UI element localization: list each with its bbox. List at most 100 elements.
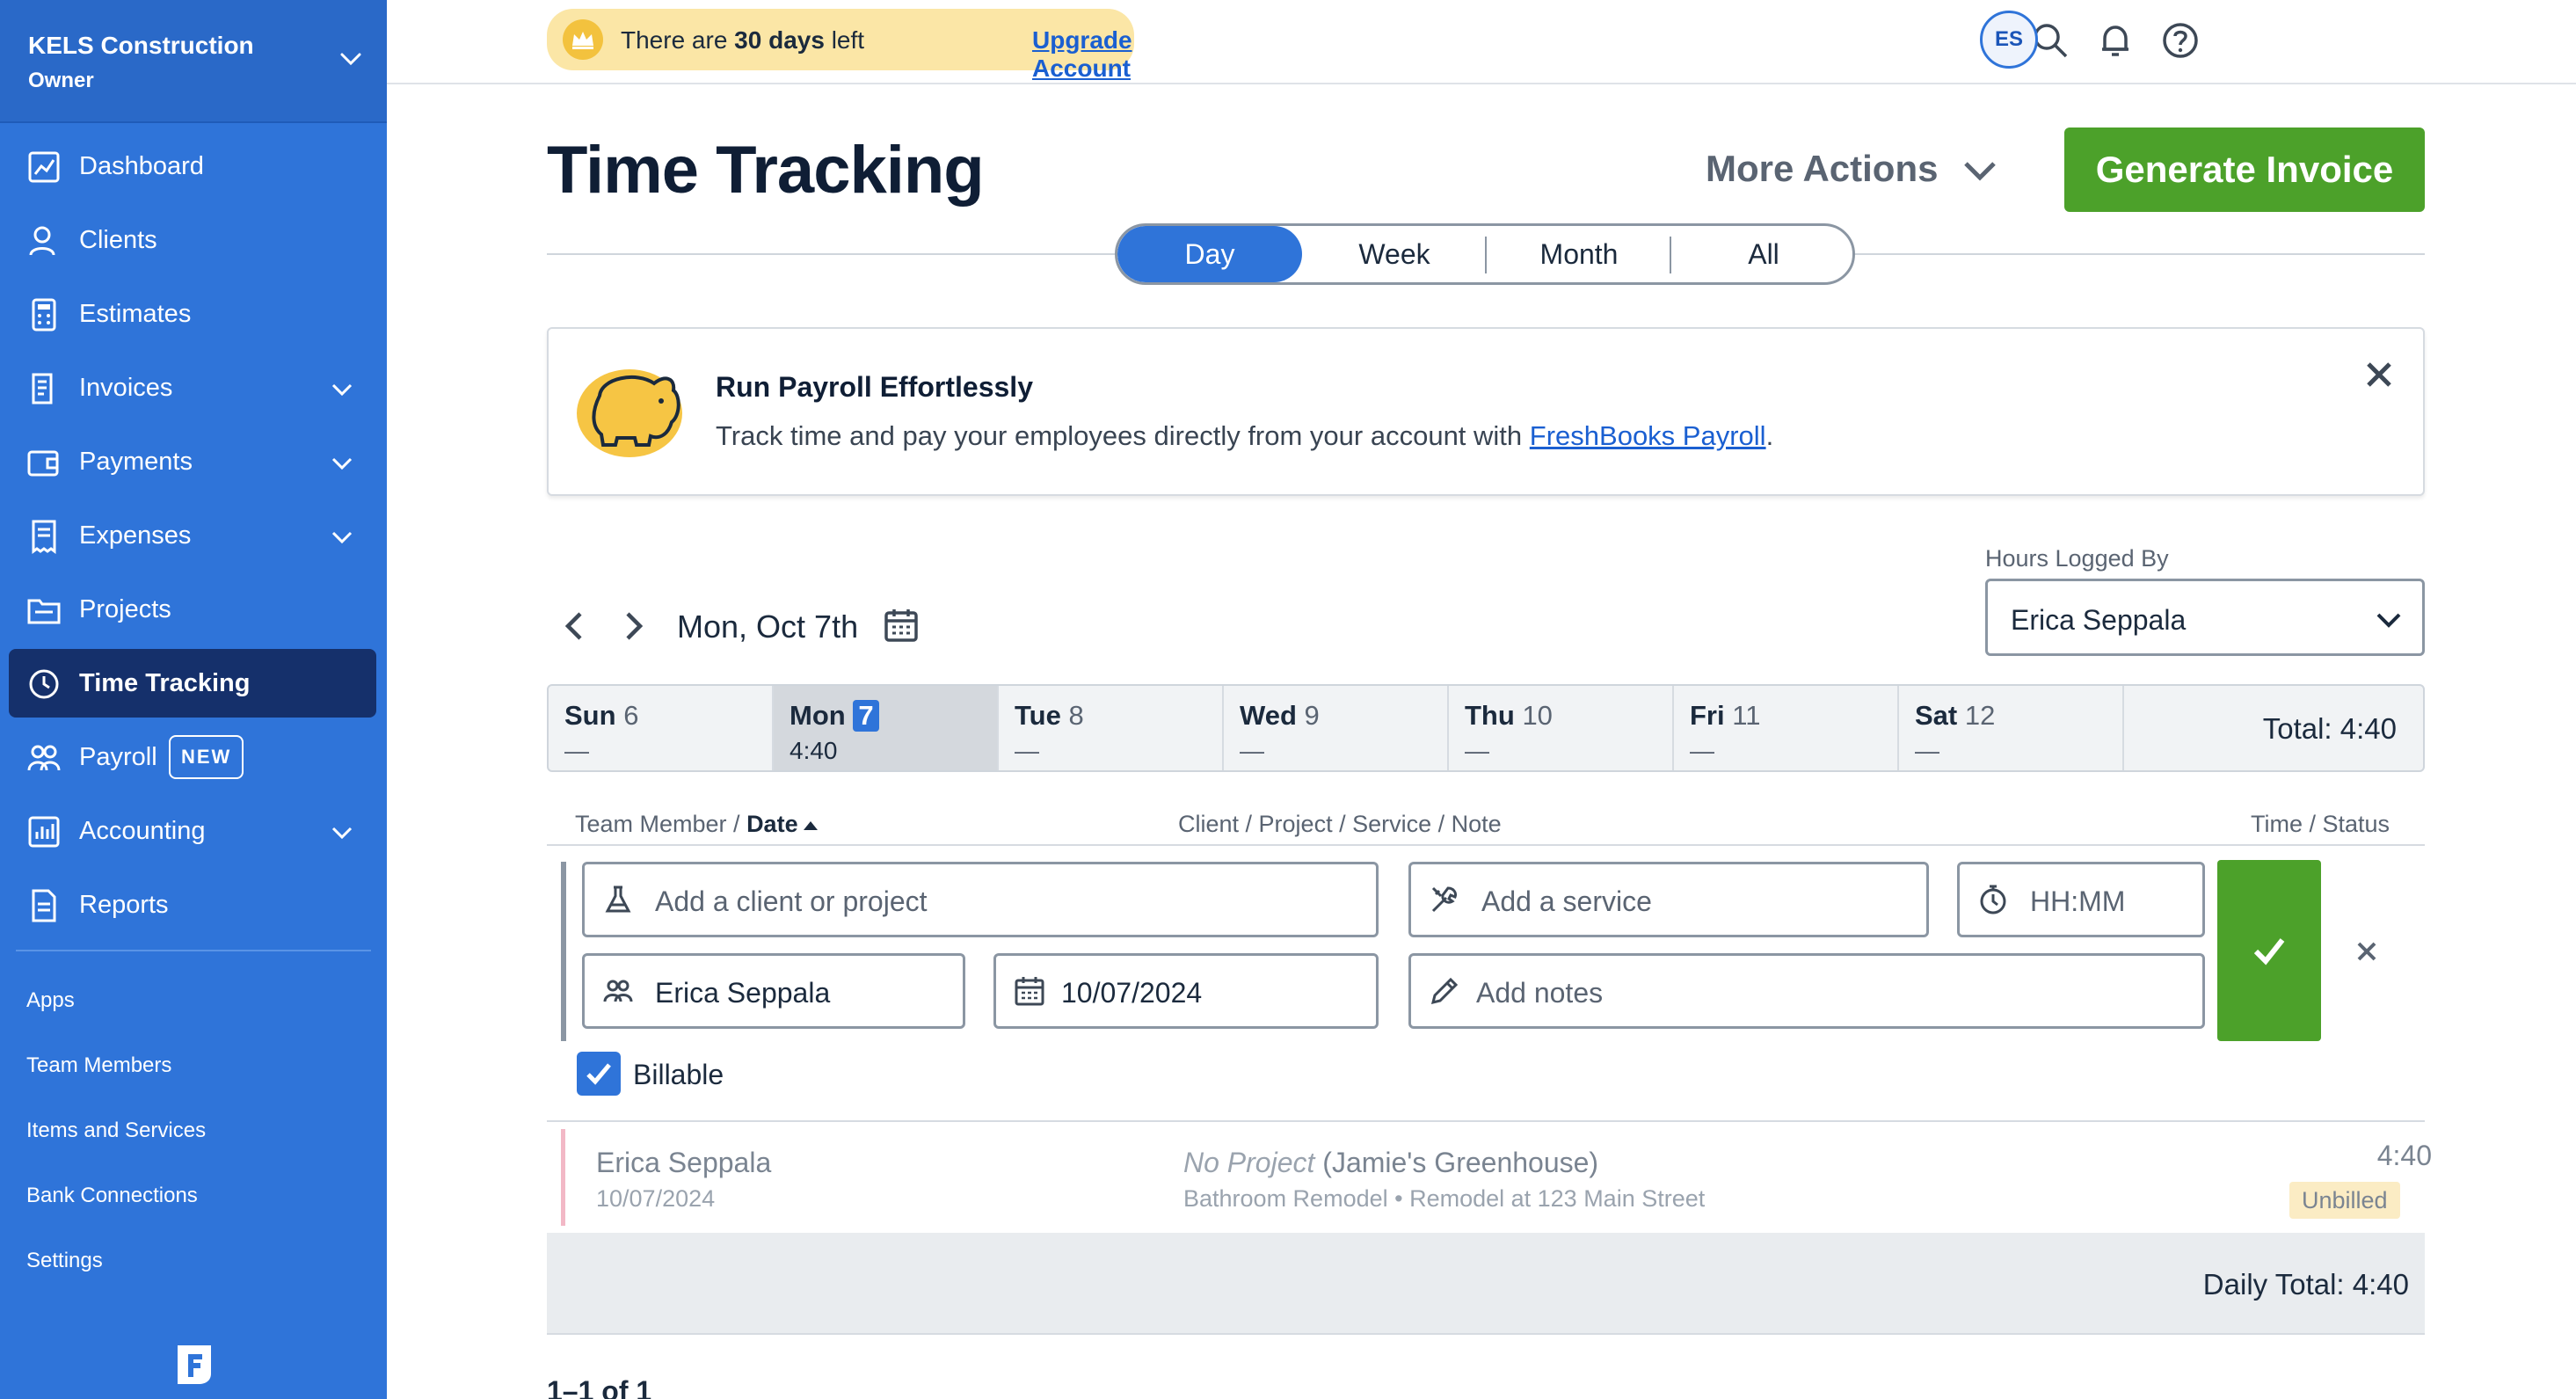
chevron-left-icon[interactable] (559, 608, 589, 644)
time-input[interactable]: HH:MM (1957, 862, 2205, 937)
close-icon[interactable] (2353, 937, 2381, 965)
chevron-down-icon[interactable] (338, 46, 364, 72)
company-switcher[interactable]: KELS Construction Owner (0, 0, 387, 123)
day-cell-thu[interactable]: Thu 10 — (1449, 686, 1672, 770)
sidebar-item-clients[interactable]: Clients (9, 206, 376, 274)
entry-date: 10/07/2024 (596, 1185, 716, 1212)
trial-banner: There are 30 days left Upgrade Account (547, 9, 1134, 82)
calendar-icon (1015, 977, 1044, 1006)
status-badge: Unbilled (2289, 1182, 2400, 1219)
chevron-down-icon[interactable] (329, 820, 355, 846)
promo-title: Run Payroll Effortlessly (716, 371, 1033, 403)
sidebar-item-expenses[interactable]: Expenses (9, 501, 376, 570)
sidebar-item-payments[interactable]: Payments (9, 427, 376, 496)
sidebar-item-items-and-services[interactable]: Items and Services (26, 1118, 206, 1143)
team-member-input[interactable]: Erica Seppala (582, 953, 965, 1029)
entry-time: 4:40 (2376, 1140, 2432, 1171)
user-avatar[interactable]: ES (1980, 11, 2038, 69)
sidebar-item-invoices[interactable]: Invoices (9, 353, 376, 422)
chevron-down-icon[interactable] (329, 450, 355, 477)
date-input[interactable]: 10/07/2024 (993, 953, 1379, 1029)
team-icon (603, 980, 633, 1002)
calendar-icon[interactable] (883, 607, 920, 644)
client-project-input[interactable]: Add a client or project (582, 862, 1379, 937)
entry-member: Erica Seppala (596, 1147, 772, 1178)
period-all[interactable]: All (1671, 226, 1852, 282)
day-cell-sun[interactable]: Sun 6 — (549, 686, 772, 770)
service-input[interactable]: Add a service (1408, 862, 1929, 937)
more-actions-button[interactable]: More Actions (1706, 148, 1938, 190)
flask-icon (605, 885, 631, 913)
column-client-project: Client / Project / Service / Note (1178, 811, 1502, 837)
chevron-right-icon[interactable] (619, 608, 649, 644)
chart-icon (28, 151, 60, 183)
header-divider (547, 844, 2425, 846)
day-cell-wed[interactable]: Wed 9 — (1224, 686, 1447, 770)
save-entry-button[interactable] (2217, 860, 2321, 1041)
new-badge: NEW (169, 735, 244, 779)
invoice-icon (32, 373, 53, 404)
chevron-down-icon (2376, 613, 2401, 628)
trial-text: There are 30 days left (621, 26, 865, 54)
freshbooks-payroll-link[interactable]: FreshBooks Payroll (1530, 420, 1766, 451)
hours-logged-by-value: Erica Seppala (2011, 604, 2187, 636)
sidebar-divider (16, 950, 371, 951)
sidebar-item-accounting[interactable]: Accounting (9, 797, 376, 865)
sidebar-item-label: Expenses (79, 521, 192, 550)
sidebar-item-estimates[interactable]: Estimates (9, 280, 376, 348)
close-icon[interactable] (2360, 355, 2398, 394)
hours-logged-by-select[interactable]: Erica Seppala (1985, 579, 2425, 656)
day-cell-mon[interactable]: Mon 7 4:40 (774, 686, 997, 770)
page-title: Time Tracking (547, 133, 985, 208)
week-strip: Sun 6 — Mon 7 4:40 Tue 8 — Wed 9 — Thu 1… (547, 684, 2425, 772)
bar-chart-icon (28, 816, 60, 848)
help-icon[interactable] (2161, 21, 2200, 60)
sidebar-item-reports[interactable]: Reports (9, 871, 376, 939)
entry-row-indicator (561, 1129, 565, 1226)
sidebar-item-label: Clients (79, 225, 157, 254)
day-cell-tue[interactable]: Tue 8 — (999, 686, 1222, 770)
day-cell-sat[interactable]: Sat 12 — (1899, 686, 2122, 770)
sidebar-item-settings[interactable]: Settings (26, 1249, 103, 1273)
period-toggle: Day Week Month All (1115, 223, 1855, 285)
sidebar-item-bank-connections[interactable]: Bank Connections (26, 1184, 198, 1208)
calculator-icon (32, 298, 56, 332)
sidebar-item-team-members[interactable]: Team Members (26, 1053, 171, 1078)
upgrade-account-link[interactable]: Upgrade Account (1032, 26, 1134, 83)
notes-textarea[interactable]: Add notes (1408, 953, 2205, 1029)
day-cell-fri[interactable]: Fri 11 — (1674, 686, 1897, 770)
sidebar-item-time-tracking[interactable]: Time Tracking (9, 649, 376, 718)
entries-divider (547, 1120, 2425, 1122)
column-team-member-date[interactable]: Team Member / Date (575, 811, 818, 838)
folder-icon (27, 599, 61, 624)
tools-icon (1431, 886, 1457, 913)
sidebar-item-label: Accounting (79, 816, 206, 845)
sidebar-item-label: Estimates (79, 299, 192, 328)
sidebar-item-label: Reports (79, 890, 169, 919)
chevron-down-icon[interactable] (329, 524, 355, 550)
hours-logged-by-label: Hours Logged By (1985, 545, 2169, 572)
sidebar-item-projects[interactable]: Projects (9, 575, 376, 644)
pagination: 1–1 of 1 (547, 1375, 652, 1399)
company-role: Owner (28, 69, 94, 92)
sidebar-item-apps[interactable]: Apps (26, 988, 75, 1013)
sidebar-item-label: Projects (79, 594, 171, 623)
sidebar-item-label: Dashboard (79, 151, 204, 180)
period-day[interactable]: Day (1117, 226, 1302, 282)
team-icon (27, 745, 61, 771)
sidebar-item-payroll[interactable]: Payroll NEW (9, 723, 376, 791)
checkmark-icon (586, 1063, 611, 1085)
bell-icon[interactable] (2096, 21, 2135, 60)
freshbooks-logo (178, 1345, 211, 1384)
company-name: KELS Construction (28, 32, 254, 59)
sidebar-item-dashboard[interactable]: Dashboard (9, 132, 376, 200)
billable-checkbox[interactable] (577, 1052, 621, 1096)
period-month[interactable]: Month (1487, 226, 1671, 282)
chevron-down-icon[interactable] (1961, 155, 1999, 186)
chevron-down-icon[interactable] (329, 376, 355, 403)
top-bar: There are 30 days left Upgrade Account E… (387, 0, 2576, 84)
generate-invoice-button[interactable]: Generate Invoice (2064, 128, 2425, 212)
period-week[interactable]: Week (1302, 226, 1487, 282)
checkmark-icon (2253, 938, 2285, 965)
sort-asc-icon (803, 820, 818, 830)
